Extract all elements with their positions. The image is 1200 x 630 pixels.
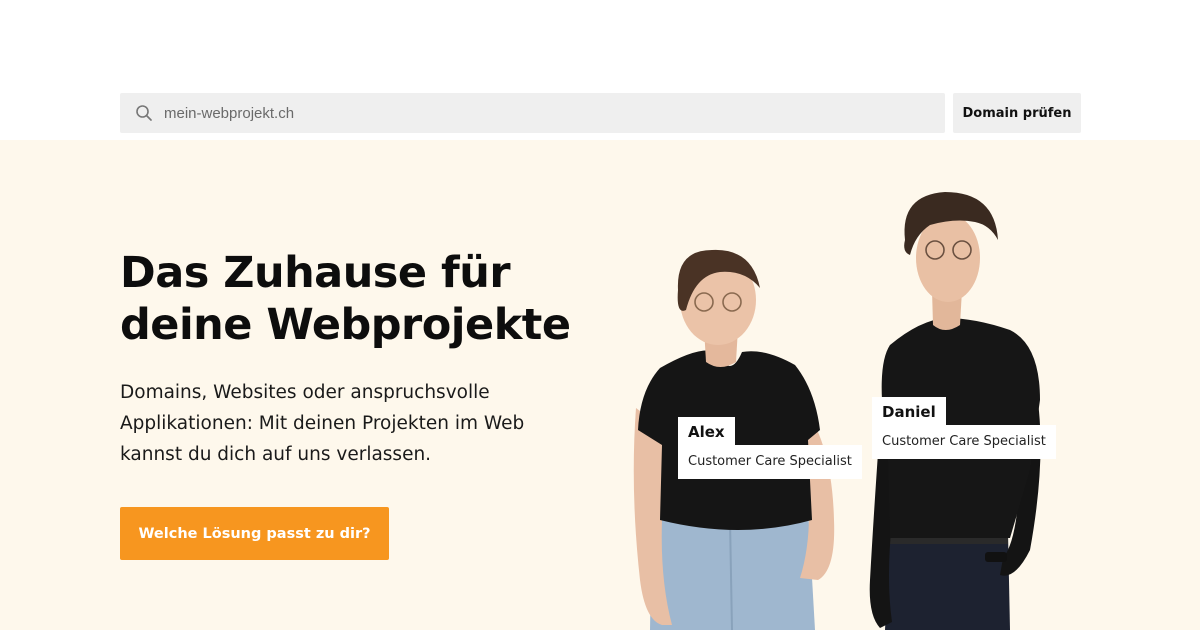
domain-search-input[interactable]	[162, 103, 926, 123]
person-name-tag: Alex	[678, 417, 735, 445]
hero-section: Das Zuhause für deine Webprojekte Domain…	[0, 140, 1200, 630]
domain-check-button[interactable]: Domain prüfen	[953, 93, 1081, 133]
person-role-tag: Customer Care Specialist	[872, 425, 1056, 459]
person-name-tag: Daniel	[872, 397, 946, 425]
person-role-tag: Customer Care Specialist	[678, 445, 862, 479]
team-photo	[633, 192, 1041, 630]
search-bar	[120, 93, 945, 133]
search-icon	[136, 105, 152, 121]
